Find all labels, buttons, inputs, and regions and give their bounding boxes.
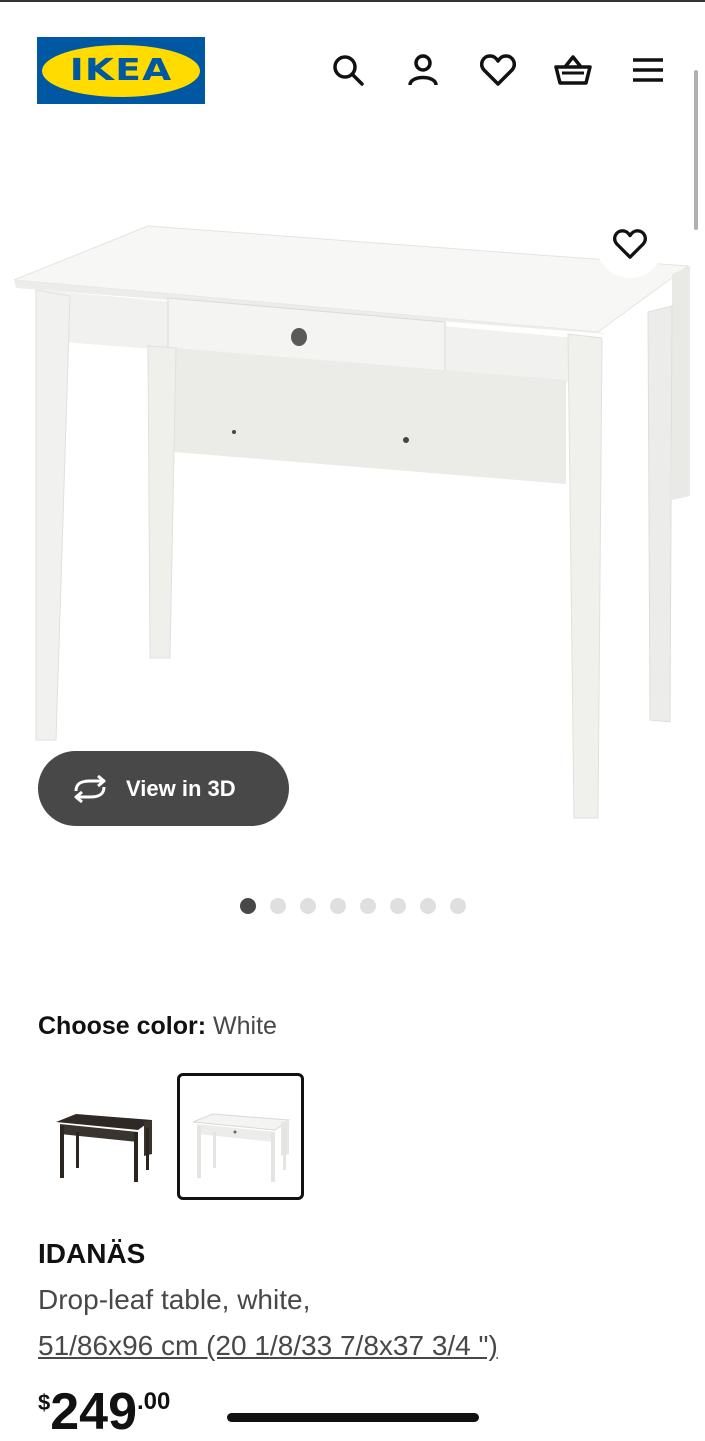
product-image-table[interactable] xyxy=(0,200,705,840)
product-price: $ 249 .00 xyxy=(38,1384,170,1440)
view-in-3d-label: View in 3D xyxy=(126,775,236,801)
logo-text: IKEA xyxy=(69,53,173,88)
carousel-dot[interactable] xyxy=(240,898,256,914)
carousel-dot[interactable] xyxy=(420,898,436,914)
price-currency: $ xyxy=(38,1390,51,1415)
product-name: IDANÄS xyxy=(38,1238,146,1269)
rotate-3d-icon xyxy=(70,774,110,803)
logo-registered-mark: ® xyxy=(185,52,191,59)
menu-icon[interactable] xyxy=(626,48,670,92)
carousel-dot[interactable] xyxy=(450,898,466,914)
account-icon[interactable] xyxy=(401,48,445,92)
carousel-dot[interactable] xyxy=(270,898,286,914)
carousel-dot[interactable] xyxy=(330,898,346,914)
ikea-logo[interactable]: IKEA ® xyxy=(37,37,205,104)
top-edge-line xyxy=(0,0,705,2)
choose-color-label: Choose color: xyxy=(38,1012,207,1040)
home-indicator[interactable] xyxy=(227,1413,479,1422)
basket-icon[interactable] xyxy=(551,48,595,92)
product-description: Drop-leaf table, white, xyxy=(38,1284,311,1315)
logo-oval: IKEA xyxy=(42,44,200,97)
view-in-3d-button[interactable]: View in 3D xyxy=(38,751,289,826)
heart-icon xyxy=(613,229,647,259)
carousel-dot[interactable] xyxy=(360,898,376,914)
color-swatch-white[interactable] xyxy=(177,1073,304,1200)
carousel-dots xyxy=(240,898,466,914)
price-integer: 249 xyxy=(50,1383,138,1441)
choose-color-value: White xyxy=(213,1012,277,1040)
carousel-dot[interactable] xyxy=(390,898,406,914)
choose-color-row: Choose color: White xyxy=(38,1012,277,1041)
carousel-dot[interactable] xyxy=(300,898,316,914)
add-to-favourites-button[interactable] xyxy=(596,210,664,278)
color-swatch-black-brown[interactable] xyxy=(40,1073,167,1200)
search-icon[interactable] xyxy=(326,48,370,92)
product-size-link[interactable]: 51/86x96 cm (20 1/8/33 7/8x37 3/4 ") xyxy=(38,1330,498,1362)
price-decimal: .00 xyxy=(137,1388,171,1415)
heart-icon[interactable] xyxy=(476,48,520,92)
